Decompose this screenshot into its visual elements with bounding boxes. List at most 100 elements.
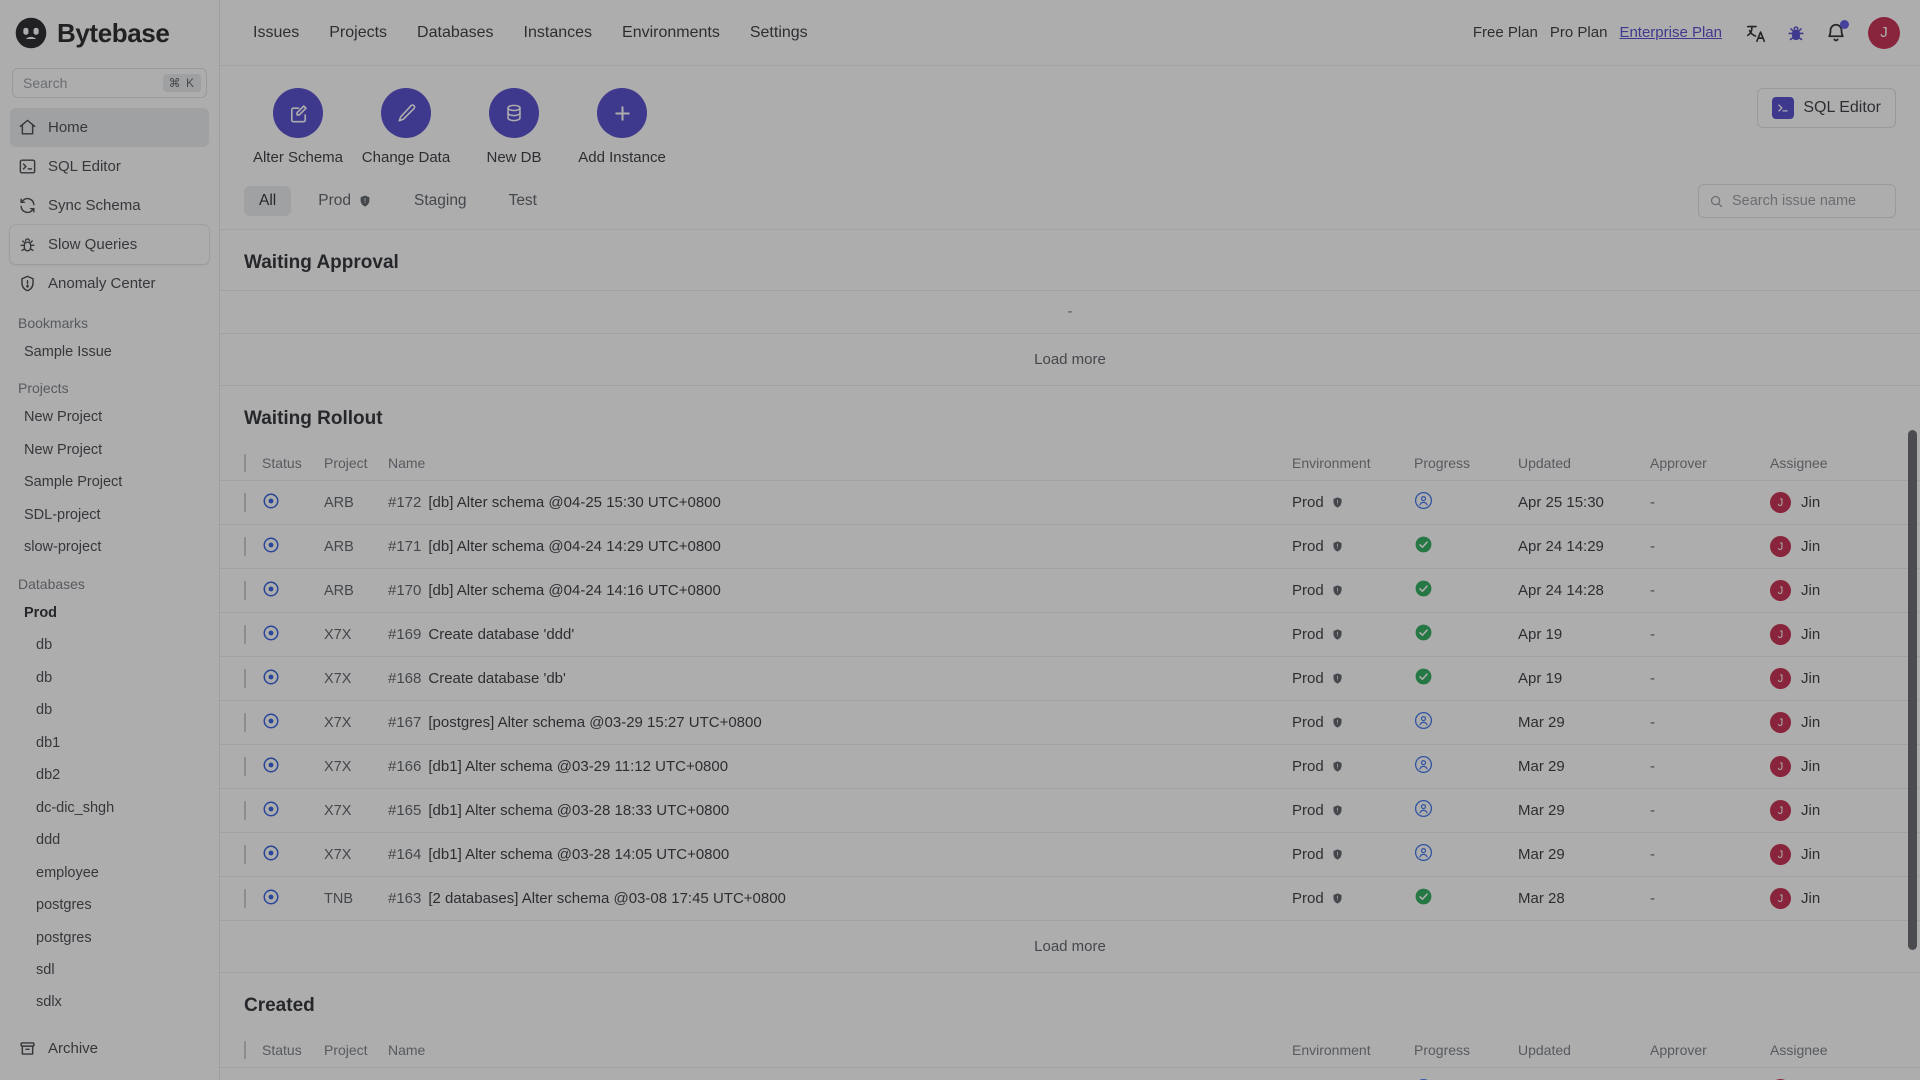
table-row[interactable]: TNB #163 [2 databases] Alter schema @03-08… xyxy=(220,876,1920,921)
row-checkbox[interactable] xyxy=(244,537,246,556)
approver-value: - xyxy=(1650,670,1655,687)
sidebar-section-bookmarks: Bookmarks xyxy=(18,315,89,331)
load-more-waiting-rollout[interactable]: Load more xyxy=(220,921,1920,973)
project-item[interactable]: New Project xyxy=(0,401,219,433)
tab-projects[interactable]: Projects xyxy=(314,0,402,66)
sidebar-item-archive[interactable]: Archive xyxy=(10,1029,209,1068)
sidebar-item-sync-schema[interactable]: Sync Schema xyxy=(10,186,209,225)
database-item[interactable]: postgres xyxy=(0,922,219,954)
row-checkbox[interactable] xyxy=(244,757,246,776)
row-checkbox[interactable] xyxy=(244,801,246,820)
table-row[interactable]: ARB #171 [db] Alter schema @04-24 14:29 UT… xyxy=(220,524,1920,569)
row-checkbox[interactable] xyxy=(244,581,246,600)
row-name-cell[interactable]: #171 [db] Alter schema @04-24 14:29 UTC+0… xyxy=(388,524,1292,569)
sidebar-item-slow-queries[interactable]: Slow Queries xyxy=(10,225,209,264)
sidebar-search[interactable]: Search ⌘ K xyxy=(12,68,207,98)
quick-action-alter-schema[interactable]: Alter Schema xyxy=(244,88,352,166)
quick-actions-row: Alter Schema Change Data New DB Add Inst… xyxy=(220,66,1920,172)
filter-tab-staging[interactable]: Staging xyxy=(399,186,482,216)
database-item[interactable]: db xyxy=(0,629,219,661)
table-row[interactable]: X7X #164 [db1] Alter schema @03-28 14:05 U… xyxy=(220,832,1920,877)
project-item[interactable]: New Project xyxy=(0,434,219,466)
table-row[interactable]: ARB#172[db] Alter schema @04-25 15:30 UT… xyxy=(220,1067,1920,1080)
database-item[interactable]: sdlx xyxy=(0,986,219,1018)
database-item[interactable]: db xyxy=(0,662,219,694)
database-item[interactable]: postgres xyxy=(0,889,219,921)
database-item[interactable]: employee xyxy=(0,857,219,889)
row-checkbox[interactable] xyxy=(244,625,246,644)
plan-enterprise[interactable]: Enterprise Plan xyxy=(1613,24,1736,41)
quick-action-add-instance[interactable]: Add Instance xyxy=(568,88,676,166)
plan-pro[interactable]: Pro Plan xyxy=(1544,24,1614,41)
project-code: X7X xyxy=(324,715,352,731)
row-checkbox[interactable] xyxy=(244,845,246,864)
filter-tab-all[interactable]: All xyxy=(244,186,292,216)
tab-instances[interactable]: Instances xyxy=(509,0,607,66)
sidebar-item-anomaly-center[interactable]: Anomaly Center xyxy=(10,264,209,303)
table-row[interactable]: X7X #167 [postgres] Alter schema @03-29 15… xyxy=(220,700,1920,745)
project-item[interactable]: Sample Project xyxy=(0,466,219,498)
quick-action-new-db[interactable]: New DB xyxy=(460,88,568,166)
table-row[interactable]: X7X #168 Create database 'db' Prod Apr 19 - J J… xyxy=(220,656,1920,701)
row-checkbox[interactable] xyxy=(244,669,246,688)
database-item[interactable]: db2 xyxy=(0,759,219,791)
select-all-checkbox[interactable] xyxy=(244,1041,246,1059)
row-name-cell[interactable]: #168 Create database 'db' xyxy=(388,656,1292,701)
table-row[interactable]: X7X #169 Create database 'ddd' Prod Apr 19 - J… xyxy=(220,612,1920,657)
load-more-waiting-approval[interactable]: Load more xyxy=(220,334,1920,386)
issue-search-input[interactable]: Search issue name xyxy=(1698,184,1896,218)
filter-tab-test[interactable]: Test xyxy=(494,186,552,216)
database-item[interactable]: test xyxy=(0,1019,219,1028)
tab-environments[interactable]: Environments xyxy=(607,0,735,66)
table-row[interactable]: ARB#172[db] Alter schema @04-25 15:30 UT… xyxy=(220,480,1920,525)
tab-settings[interactable]: Settings xyxy=(735,0,823,66)
vertical-scrollbar[interactable] xyxy=(1908,430,1917,950)
row-name-cell[interactable]: #172[db] Alter schema @04-25 15:30 UTC+0… xyxy=(388,480,1292,525)
row-name-cell[interactable]: #165 [db1] Alter schema @03-28 18:33 UTC+… xyxy=(388,788,1292,833)
row-name-cell[interactable]: #166 [db1] Alter schema @03-29 11:12 UTC+… xyxy=(388,744,1292,789)
bug-icon[interactable] xyxy=(1785,22,1807,44)
row-project-cell: ARB xyxy=(324,480,388,525)
bell-icon-wrapper[interactable] xyxy=(1825,19,1849,44)
row-name-cell[interactable]: #170 [db] Alter schema @04-24 14:16 UTC+0… xyxy=(388,568,1292,613)
table-row[interactable]: X7X #165 [db1] Alter schema @03-28 18:33 U… xyxy=(220,788,1920,833)
table-row[interactable]: X7X #166 [db1] Alter schema @03-29 11:12 U… xyxy=(220,744,1920,789)
sql-editor-button[interactable]: SQL Editor xyxy=(1757,88,1896,128)
row-checkbox[interactable] xyxy=(244,713,246,732)
filter-tab-prod[interactable]: Prod xyxy=(303,186,387,216)
database-item[interactable]: sdl xyxy=(0,954,219,986)
row-name-cell[interactable]: #167 [postgres] Alter schema @03-29 15:27… xyxy=(388,700,1292,745)
row-name-cell[interactable]: #163 [2 databases] Alter schema @03-08 17… xyxy=(388,876,1292,921)
database-item[interactable]: ddd xyxy=(0,824,219,856)
progress-pending-approval-icon xyxy=(1414,491,1433,510)
sidebar-item-sql-editor[interactable]: SQL Editor xyxy=(10,147,209,186)
row-name-cell[interactable]: #164 [db1] Alter schema @03-28 14:05 UTC+… xyxy=(388,832,1292,877)
database-group-prod[interactable]: Prod xyxy=(0,597,219,629)
sidebar-item-home[interactable]: Home xyxy=(10,108,209,147)
select-all-checkbox[interactable] xyxy=(244,454,246,472)
row-checkbox[interactable] xyxy=(244,889,246,908)
avatar[interactable]: J xyxy=(1868,16,1900,49)
database-item[interactable]: dc-dic_shgh xyxy=(0,792,219,824)
database-item[interactable]: db1 xyxy=(0,727,219,759)
plan-free[interactable]: Free Plan xyxy=(1467,24,1544,41)
translate-icon[interactable] xyxy=(1745,22,1767,44)
project-item[interactable]: SDL-project xyxy=(0,499,219,531)
row-name-cell[interactable]: #172[db] Alter schema @04-25 15:30 UTC+0… xyxy=(388,1067,1292,1080)
brand[interactable]: Bytebase xyxy=(0,0,219,66)
database-item[interactable]: db xyxy=(0,694,219,726)
bookmark-item[interactable]: Sample Issue xyxy=(0,336,219,368)
top-nav: Issues Projects Databases Instances Envi… xyxy=(238,0,823,66)
project-item[interactable]: slow-project xyxy=(0,531,219,563)
shield-alert-icon xyxy=(1333,673,1342,684)
tab-databases[interactable]: Databases xyxy=(402,0,509,66)
row-updated-cell: Apr 25 15:30 xyxy=(1518,480,1650,525)
quick-action-change-data[interactable]: Change Data xyxy=(352,88,460,166)
row-progress-cell xyxy=(1414,744,1518,789)
project-code: X7X xyxy=(324,803,352,819)
tab-issues[interactable]: Issues xyxy=(238,0,314,66)
table-row[interactable]: ARB #170 [db] Alter schema @04-24 14:16 UT… xyxy=(220,568,1920,613)
row-checkbox[interactable] xyxy=(244,493,246,512)
updated-time: Apr 24 14:29 xyxy=(1518,538,1604,555)
row-name-cell[interactable]: #169 Create database 'ddd' xyxy=(388,612,1292,657)
